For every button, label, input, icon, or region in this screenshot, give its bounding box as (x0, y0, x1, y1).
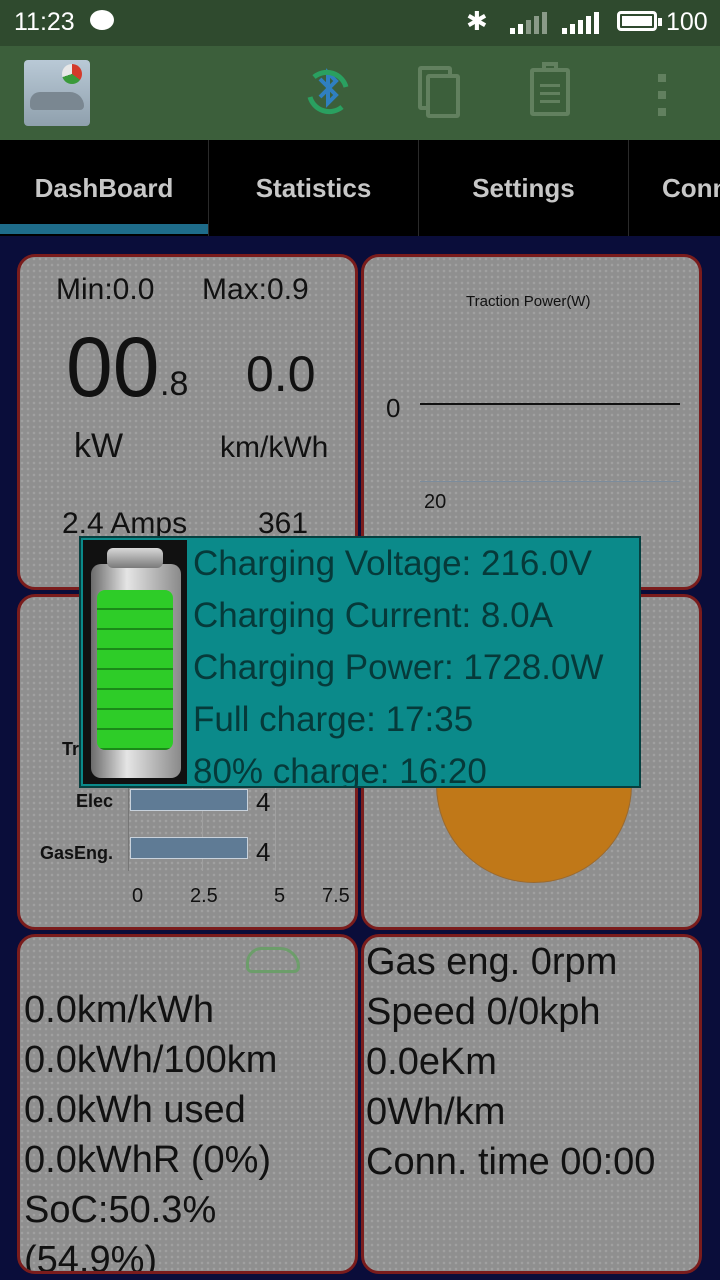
bar-value-label: 4 (256, 837, 271, 867)
car-icon (246, 947, 300, 973)
connection-time-line: Conn. time 00:00 (366, 1141, 656, 1183)
bar-value-label: 4 (256, 787, 271, 817)
soc-line: SoC:50.3% (24, 1189, 217, 1231)
battery-level: 100 (666, 8, 708, 36)
grid-line (420, 481, 680, 482)
power-integer: 00 (66, 320, 160, 414)
x-tick-label: 5 (274, 885, 286, 907)
x-tick-label: 2.5 (190, 885, 218, 907)
x-tick-label: 0 (132, 885, 144, 907)
battery-icon (617, 11, 662, 31)
bar-gaseng (130, 837, 248, 859)
category-label: Elec (76, 791, 114, 811)
charging-current: Charging Current: 8.0A (193, 596, 553, 635)
bar-elec (130, 789, 248, 811)
engine-rpm-line: Gas eng. 0rpm (366, 941, 618, 983)
ekm-line: 0.0eKm (366, 1041, 497, 1083)
full-charge-time: Full charge: 17:35 (193, 700, 474, 739)
efficiency-value: 0.0 (246, 346, 316, 402)
message-icon (90, 10, 114, 30)
power-decimal: .8 (160, 365, 189, 403)
min-value: Min:0.0 (56, 273, 155, 306)
x-tick-label: 7.5 (322, 885, 350, 907)
consumption-line: 0.0kWh/100km (24, 1039, 278, 1081)
app-bar (0, 46, 720, 140)
clipboard-icon[interactable] (530, 62, 570, 116)
efficiency-unit: km/kWh (220, 431, 329, 464)
bluetooth-status-icon: ✱ (466, 6, 488, 36)
consumption-line: 0.0km/kWh (24, 989, 215, 1031)
speed-line: Speed 0/0kph (366, 991, 601, 1033)
wh-per-km-line: 0Wh/km (366, 1091, 506, 1133)
tab-settings[interactable]: Settings (419, 140, 629, 236)
tick-label: 20 (424, 491, 447, 513)
battery-charging-icon (83, 540, 187, 784)
charging-voltage: Charging Voltage: 216.0V (193, 544, 592, 583)
charging-power: Charging Power: 1728.0W (193, 648, 604, 687)
signal-icon-1 (510, 12, 550, 34)
consumption-card[interactable]: 0.0km/kWh 0.0kWh/100km 0.0kWh used 0.0kW… (17, 934, 358, 1274)
status-bar: 11:23 ✱ 100 (0, 0, 720, 46)
category-label: Tr (62, 739, 80, 759)
eighty-percent-charge-time: 80% charge: 16:20 (193, 752, 487, 788)
soc-percent-line: (54.9%) (24, 1239, 158, 1274)
consumption-line: 0.0kWh used (24, 1089, 246, 1131)
max-value: Max:0.9 (202, 273, 309, 306)
more-vert-icon[interactable] (658, 74, 668, 118)
status-time: 11:23 (14, 8, 75, 36)
category-label: GasEng. (40, 843, 114, 863)
traction-line (420, 403, 680, 405)
app-logo-icon[interactable] (24, 60, 90, 126)
chart-title: Traction Power(W) (466, 293, 591, 310)
signal-icon-2 (562, 12, 602, 34)
charging-popup[interactable]: Charging Voltage: 216.0V Charging Curren… (79, 536, 641, 788)
tab-conn[interactable]: Conn (629, 140, 720, 236)
tab-bar: DashBoard Statistics Settings Conn (0, 140, 720, 236)
tab-indicator (0, 224, 208, 234)
y-zero-label: 0 (386, 393, 401, 423)
bluetooth-icon[interactable] (300, 64, 356, 120)
tab-dashboard[interactable]: DashBoard (0, 140, 209, 236)
engine-card[interactable]: Gas eng. 0rpm Speed 0/0kph 0.0eKm 0Wh/km… (361, 934, 702, 1274)
tab-statistics[interactable]: Statistics (209, 140, 419, 236)
power-unit: kW (74, 427, 124, 465)
consumption-line: 0.0kWhR (0%) (24, 1139, 272, 1181)
